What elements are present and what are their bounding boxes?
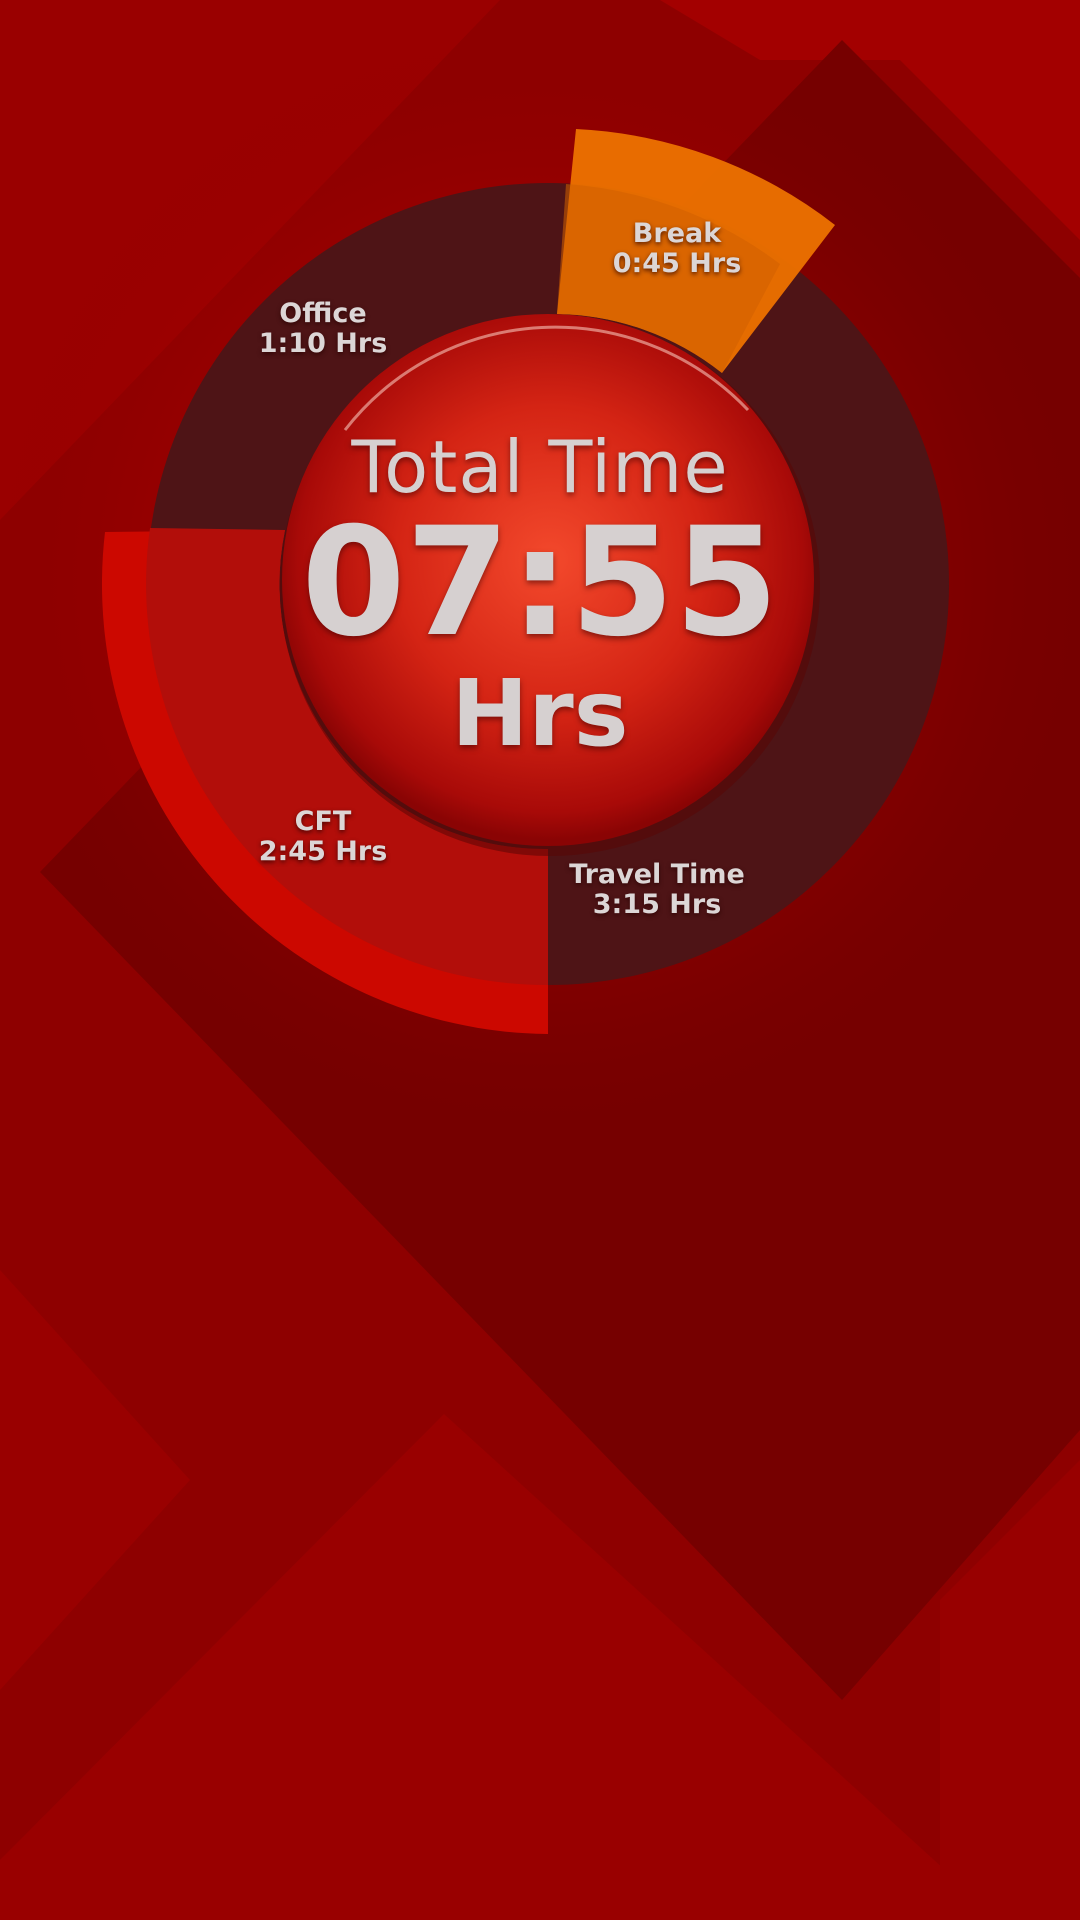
segment-duration: 1:10 Hrs	[258, 328, 388, 359]
segment-label-office: Office 1:10 Hrs	[203, 299, 443, 359]
segment-label-break: Break 0:45 Hrs	[557, 219, 797, 279]
segment-name: Office	[279, 298, 367, 329]
total-time-unit: Hrs	[451, 660, 629, 767]
time-summary-screen: Total Time 07:55 Hrs Break 0:45 Hrs Offi…	[0, 0, 1080, 1920]
total-time-value: 07:55	[301, 496, 779, 670]
segment-duration: 2:45 Hrs	[258, 836, 388, 867]
segment-name: CFT	[294, 806, 352, 837]
segment-duration: 0:45 Hrs	[612, 248, 742, 279]
segment-label-cft: CFT 2:45 Hrs	[203, 807, 443, 867]
segment-duration: 3:15 Hrs	[592, 889, 722, 920]
segment-label-travel-time: Travel Time 3:15 Hrs	[537, 860, 777, 920]
segment-name: Travel Time	[569, 859, 745, 890]
segment-name: Break	[632, 218, 722, 249]
time-ring-chart	[0, 20, 1080, 1140]
